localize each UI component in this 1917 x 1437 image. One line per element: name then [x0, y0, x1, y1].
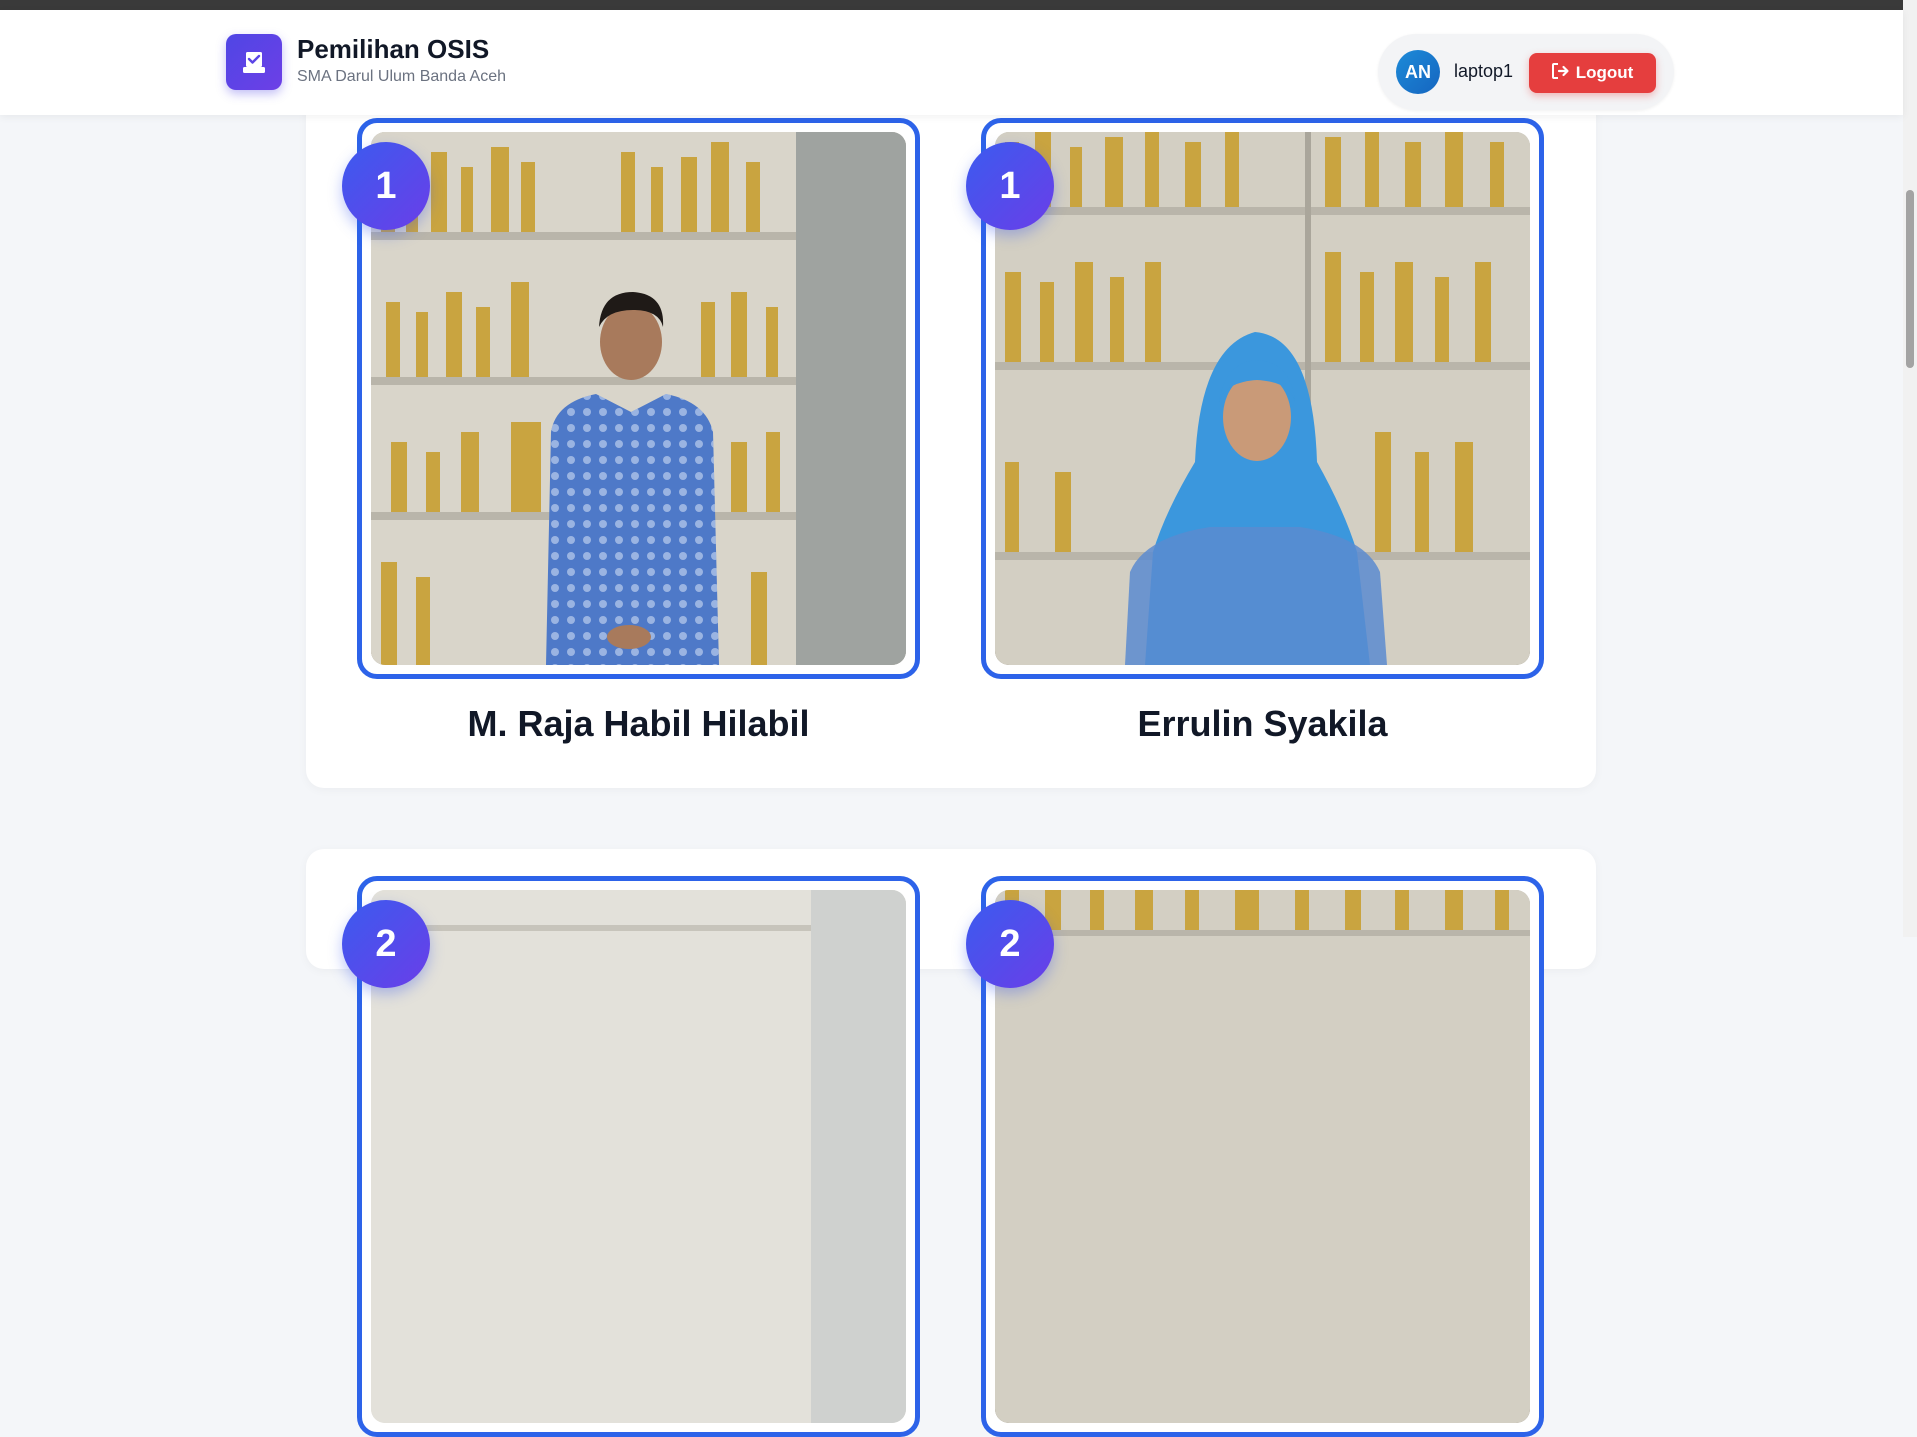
candidate-number-badge: 2 — [342, 900, 430, 988]
school-name: SMA Darul Ulum Banda Aceh — [297, 68, 506, 85]
logout-label: Logout — [1575, 63, 1634, 82]
candidate-photo-frame[interactable] — [357, 118, 920, 679]
candidate-photo-frame[interactable] — [981, 876, 1544, 1437]
logout-icon — [1551, 62, 1570, 84]
logout-button[interactable]: Logout — [1529, 53, 1656, 93]
user-menu: AN laptop1 Logout — [1378, 34, 1674, 110]
candidate-number-badge: 1 — [966, 142, 1054, 230]
avatar: AN — [1396, 50, 1440, 94]
candidate-pair-card: 2 2 — [306, 849, 1596, 1437]
scrollbar-thumb[interactable] — [1906, 190, 1914, 368]
candidate-number-badge: 2 — [966, 900, 1054, 988]
candidate-number-badge: 1 — [342, 142, 430, 230]
candidate-photo — [995, 890, 1530, 1423]
username: laptop1 — [1454, 61, 1514, 81]
candidate-pair-card: 1 M. Raja Habil Hilabil 1 Errulin Syakil… — [306, 60, 1596, 788]
vote-box-icon — [226, 34, 282, 90]
candidate-photo — [371, 890, 906, 1423]
app-title: Pemilihan OSIS — [297, 34, 490, 64]
browser-top-strip — [0, 0, 1917, 10]
page-scrollbar[interactable] — [1903, 0, 1917, 937]
candidate-photo — [371, 132, 906, 665]
candidate-photo-frame[interactable] — [357, 876, 920, 1437]
app-header: Pemilihan OSIS SMA Darul Ulum Banda Aceh… — [0, 10, 1903, 115]
candidate-name: M. Raja Habil Hilabil — [467, 703, 810, 744]
candidate-name: Errulin Syakila — [1137, 703, 1388, 744]
candidate-photo — [995, 132, 1530, 665]
candidate-photo-frame[interactable] — [981, 118, 1544, 679]
